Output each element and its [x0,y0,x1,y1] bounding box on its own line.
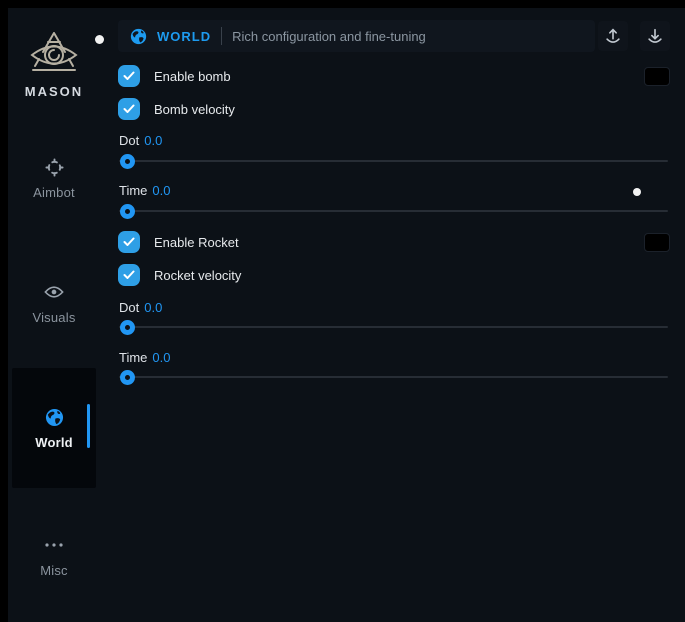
sidebar-item-misc[interactable]: Misc [8,535,100,578]
slider-track[interactable] [119,376,668,378]
brand-name: MASON [25,84,83,99]
check-icon [123,270,135,280]
sidebar-item-world[interactable]: World [8,407,100,450]
slider-value: 0.0 [152,183,170,198]
sidebar-item-aimbot[interactable]: Aimbot [8,157,100,200]
globe-icon [130,28,147,45]
check-icon [123,237,135,247]
slider-label-bomb-dot: Dot 0.0 [119,133,162,148]
bomb-time-slider[interactable] [119,203,668,219]
bomb-color-swatch[interactable] [644,67,670,86]
sidebar-item-visuals[interactable]: Visuals [8,282,100,325]
slider-label-rocket-dot: Dot 0.0 [119,300,162,315]
slider-value: 0.0 [152,350,170,365]
eye-icon [44,282,64,302]
check-icon [123,71,135,81]
enable-bomb-checkbox[interactable] [118,65,140,87]
slider-track[interactable] [119,210,668,212]
slider-thumb[interactable] [120,370,135,385]
checkbox-label: Rocket velocity [154,268,241,283]
globe-icon [44,407,64,427]
slider-value: 0.0 [144,300,162,315]
download-icon [646,27,664,45]
page-header: WORLD Rich configuration and fine-tuning [118,20,595,52]
check-icon [123,104,135,114]
slider-track[interactable] [119,326,668,328]
cursor-dot [633,188,641,196]
checkbox-label: Enable bomb [154,69,231,84]
rocket-color-swatch[interactable] [644,233,670,252]
upload-config-button[interactable] [598,21,628,51]
slider-thumb[interactable] [120,204,135,219]
download-config-button[interactable] [640,21,670,51]
checkbox-label: Enable Rocket [154,235,239,250]
sidebar-item-label: Misc [40,563,68,578]
sidebar-item-label: Visuals [32,310,75,325]
sidebar-item-label: World [35,435,73,450]
pyramid-eye-logo-icon [27,30,81,78]
rocket-time-slider[interactable] [119,369,668,385]
enable-rocket-checkbox[interactable] [118,231,140,253]
slider-label-bomb-time: Time 0.0 [119,183,170,198]
brand-logo: MASON [8,30,100,99]
upload-icon [604,27,622,45]
slider-value: 0.0 [144,133,162,148]
page-title: WORLD [157,29,211,44]
mason-window: MASON Aimbot Visuals [8,8,685,622]
ellipsis-icon [44,535,64,555]
crosshair-icon [44,157,64,177]
slider-track[interactable] [119,160,668,162]
page-subtitle: Rich configuration and fine-tuning [232,29,426,44]
rocket-velocity-checkbox[interactable] [118,264,140,286]
slider-thumb[interactable] [120,320,135,335]
bomb-dot-slider[interactable] [119,153,668,169]
slider-thumb[interactable] [120,154,135,169]
slider-name: Dot [119,300,139,315]
checkbox-row-bomb-velocity: Bomb velocity [118,98,670,120]
slider-name: Dot [119,133,139,148]
checkbox-row-enable-rocket: Enable Rocket [118,231,670,253]
checkbox-label: Bomb velocity [154,102,235,117]
bomb-velocity-checkbox[interactable] [118,98,140,120]
sidebar-item-label: Aimbot [33,185,75,200]
rocket-dot-slider[interactable] [119,319,668,335]
slider-name: Time [119,183,147,198]
checkbox-row-rocket-velocity: Rocket velocity [118,264,670,286]
header-divider [221,27,222,45]
checkbox-row-enable-bomb: Enable bomb [118,65,670,87]
cursor-dot [95,35,104,44]
sidebar: MASON Aimbot Visuals [8,8,104,622]
slider-name: Time [119,350,147,365]
slider-label-rocket-time: Time 0.0 [119,350,170,365]
